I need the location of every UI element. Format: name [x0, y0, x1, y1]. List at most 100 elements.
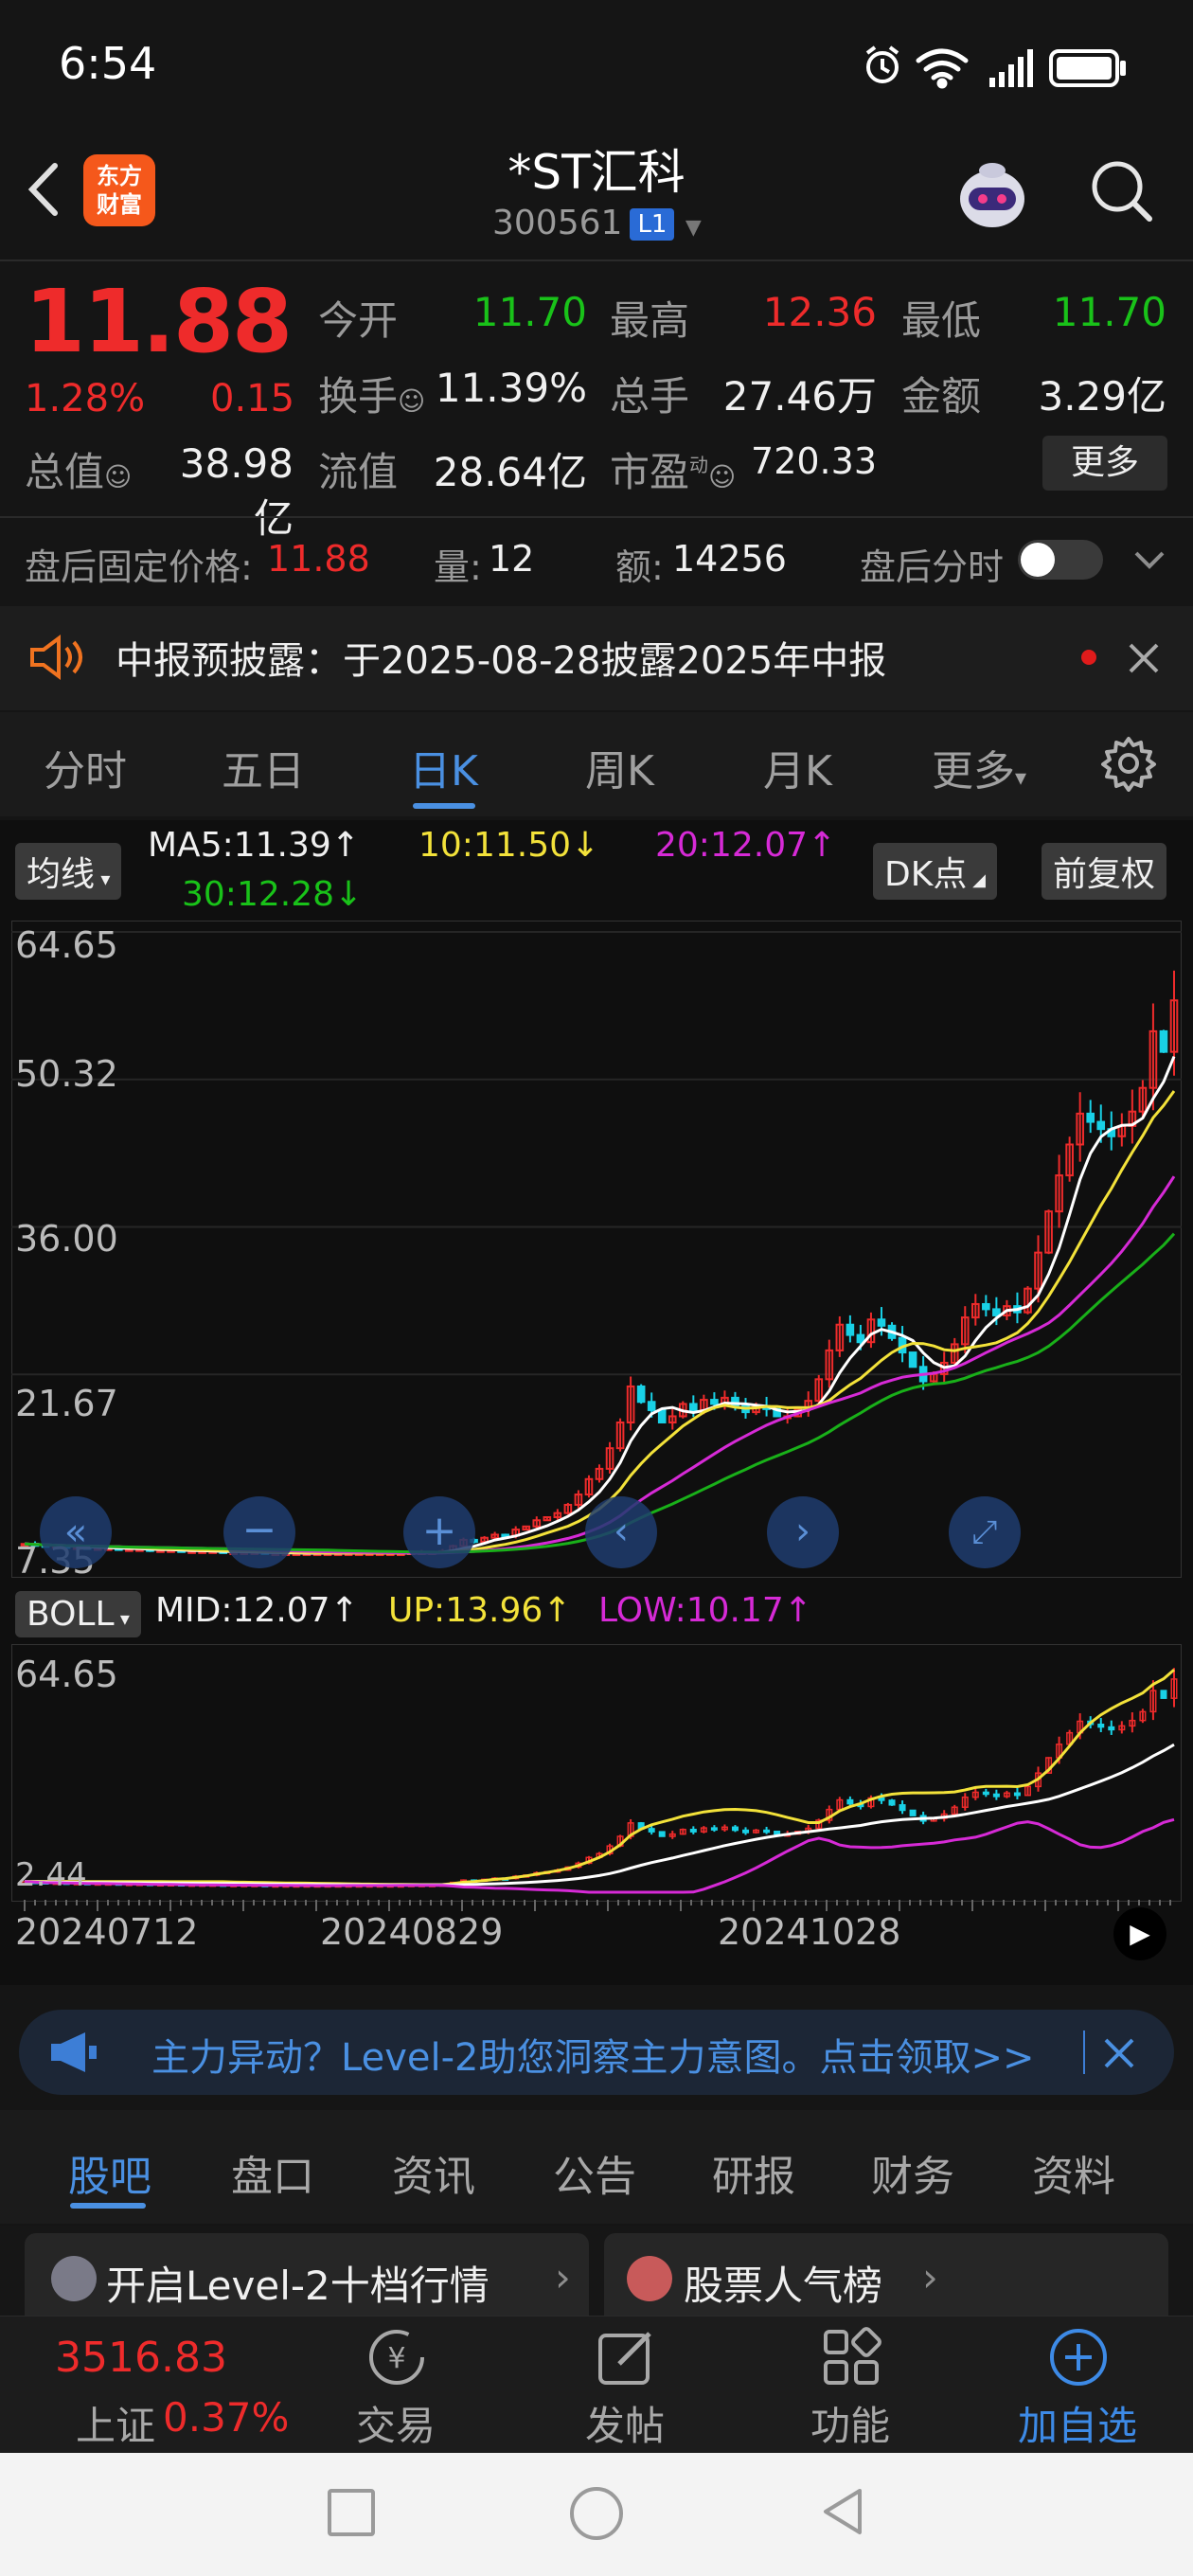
nav-add-watchlist[interactable]: 加自选	[1002, 2394, 1153, 2452]
level2-card[interactable]: 开启Level-2十档行情 ›	[25, 2233, 589, 2328]
quote-label-high: 最高	[610, 297, 690, 344]
candle-body	[1159, 1029, 1168, 1053]
megaphone-icon	[51, 2032, 97, 2072]
tab-profile[interactable]: 资料	[1032, 2142, 1115, 2203]
fullscreen-icon[interactable]: ⤢	[949, 1496, 1021, 1568]
y-tick-3: 36.00	[15, 1218, 118, 1260]
ma30-legend: 30:12.28↓	[182, 875, 364, 914]
close-icon[interactable]	[1100, 2034, 1138, 2072]
boll-candle-body	[899, 1804, 906, 1812]
dk-point-button[interactable]: DK点 ◢	[873, 843, 997, 900]
tab-financials[interactable]: 财务	[871, 2142, 954, 2203]
boll-candle-body	[731, 1826, 739, 1832]
level2-card-label: 开启Level-2十档行情	[106, 2263, 490, 2309]
quote-label-pe[interactable]: 市盈动☺	[610, 440, 736, 498]
stock-code-row[interactable]: 300561 L1 ▼	[492, 204, 702, 242]
boll-candle-body	[982, 1791, 989, 1796]
after-hours-timeshare-label: 盘后分时	[860, 546, 1005, 588]
candle-body	[657, 1408, 667, 1423]
close-icon[interactable]	[1125, 639, 1163, 677]
nav-features[interactable]: 功能	[775, 2394, 926, 2452]
index-percent: 0.37%	[163, 2394, 290, 2441]
sub-y-tick-1: 64.65	[15, 1654, 118, 1695]
boll-candle-body	[1108, 1726, 1115, 1731]
zoom-out-icon[interactable]: −	[223, 1496, 295, 1568]
tab-orderbook[interactable]: 盘口	[231, 2142, 314, 2203]
tab-news[interactable]: 资讯	[392, 2142, 475, 2203]
candle-body	[647, 1401, 656, 1411]
nav-trade[interactable]: 交易	[320, 2394, 472, 2452]
index-name: 上证	[76, 2403, 156, 2449]
change-amount: 0.15	[210, 377, 295, 420]
clock: 6:54	[59, 38, 157, 89]
boll-candle-body	[648, 1828, 655, 1833]
candle-body	[636, 1385, 646, 1404]
features-grid-icon[interactable]	[820, 2326, 882, 2388]
settings-gear-icon[interactable]	[1100, 735, 1157, 792]
x-tick-3: 20241028	[718, 1911, 901, 1953]
chevron-down-icon[interactable]	[1131, 546, 1168, 574]
tab-five-day[interactable]: 五日	[222, 737, 305, 797]
tab-timeshare[interactable]: 分时	[44, 737, 127, 797]
quote-label-total-cap[interactable]: 总值☺	[25, 440, 132, 498]
scroll-left-fast-icon[interactable]: «	[40, 1496, 112, 1568]
after-hours-toggle[interactable]	[1018, 540, 1103, 580]
recent-apps-icon[interactable]	[328, 2489, 375, 2536]
index-value[interactable]: 3516.83	[55, 2334, 227, 2382]
change-percent: 1.28%	[25, 377, 146, 420]
scroll-right-icon[interactable]: ›	[767, 1496, 839, 1568]
zoom-in-icon[interactable]: +	[403, 1496, 475, 1568]
x-tick-2: 20240829	[320, 1911, 504, 1953]
quote-label-turnover[interactable]: 换手☺	[318, 365, 425, 422]
tab-weekly-k[interactable]: 周K	[585, 737, 654, 797]
boll-selector[interactable]: BOLL ▾	[15, 1591, 141, 1637]
quote-label-volume: 总手	[610, 373, 690, 420]
candle-body	[710, 1399, 719, 1405]
tab-monthly-k[interactable]: 月K	[763, 737, 832, 797]
quote-value-low: 11.70	[1052, 289, 1166, 335]
boll-chart[interactable]	[11, 1644, 1182, 1902]
more-quote-button[interactable]: 更多	[1042, 436, 1167, 491]
search-icon[interactable]	[1087, 156, 1155, 224]
quote-value-open: 11.70	[472, 289, 587, 335]
popularity-card[interactable]: 股票人气榜 ›	[604, 2233, 1168, 2328]
popularity-card-label: 股票人气榜	[684, 2263, 883, 2309]
status-bar: 6:54	[0, 0, 1193, 142]
boll-candle-body	[763, 1829, 771, 1834]
adjust-button[interactable]: 前复权	[1042, 843, 1167, 900]
candlestick-chart[interactable]	[11, 921, 1182, 1578]
ma10-line	[24, 1090, 1176, 1555]
boll-candle-body	[992, 1793, 1000, 1798]
promo-divider	[1083, 2030, 1085, 2074]
scroll-left-icon[interactable]: ‹	[585, 1496, 657, 1568]
ma10-legend: 10:11.50↓	[418, 826, 600, 865]
boll-candle-body	[1097, 1723, 1105, 1728]
x-tick-1: 20240712	[15, 1911, 199, 1953]
play-icon[interactable]: ▶	[1113, 1907, 1166, 1960]
svg-text:¥: ¥	[387, 2342, 405, 2375]
candle-body	[1086, 1112, 1095, 1123]
trade-icon[interactable]: ¥	[364, 2326, 430, 2388]
boll-candle-body	[1160, 1690, 1167, 1699]
tab-research[interactable]: 研报	[712, 2142, 795, 2203]
status-icons	[865, 45, 1126, 89]
boll-up-legend: UP:13.96↑	[388, 1591, 572, 1630]
chevron-right-icon: ›	[922, 2254, 938, 2300]
signal-icon	[989, 49, 1033, 87]
tab-daily-k[interactable]: 日K	[409, 737, 478, 797]
ma-selector[interactable]: 均线 ▾	[15, 843, 122, 900]
back-nav-icon[interactable]	[816, 2485, 869, 2538]
robot-assistant-icon[interactable]	[950, 152, 1035, 237]
home-icon[interactable]	[570, 2487, 623, 2540]
nav-post[interactable]: 发帖	[549, 2394, 701, 2452]
quote-label-low: 最低	[901, 297, 982, 344]
y-tick-4: 21.67	[15, 1383, 118, 1424]
tab-forum[interactable]: 股吧	[68, 2142, 151, 2203]
notice-text: 中报预披露：于2025-08-28披露2025年中报	[116, 639, 887, 683]
post-icon[interactable]	[595, 2326, 657, 2388]
tab-announcements[interactable]: 公告	[553, 2142, 636, 2203]
add-watchlist-icon[interactable]	[1047, 2326, 1110, 2388]
boll-candle-body	[658, 1831, 666, 1837]
tab-more[interactable]: 更多▾	[932, 737, 1026, 797]
quote-value-volume: 27.46万	[722, 373, 877, 420]
